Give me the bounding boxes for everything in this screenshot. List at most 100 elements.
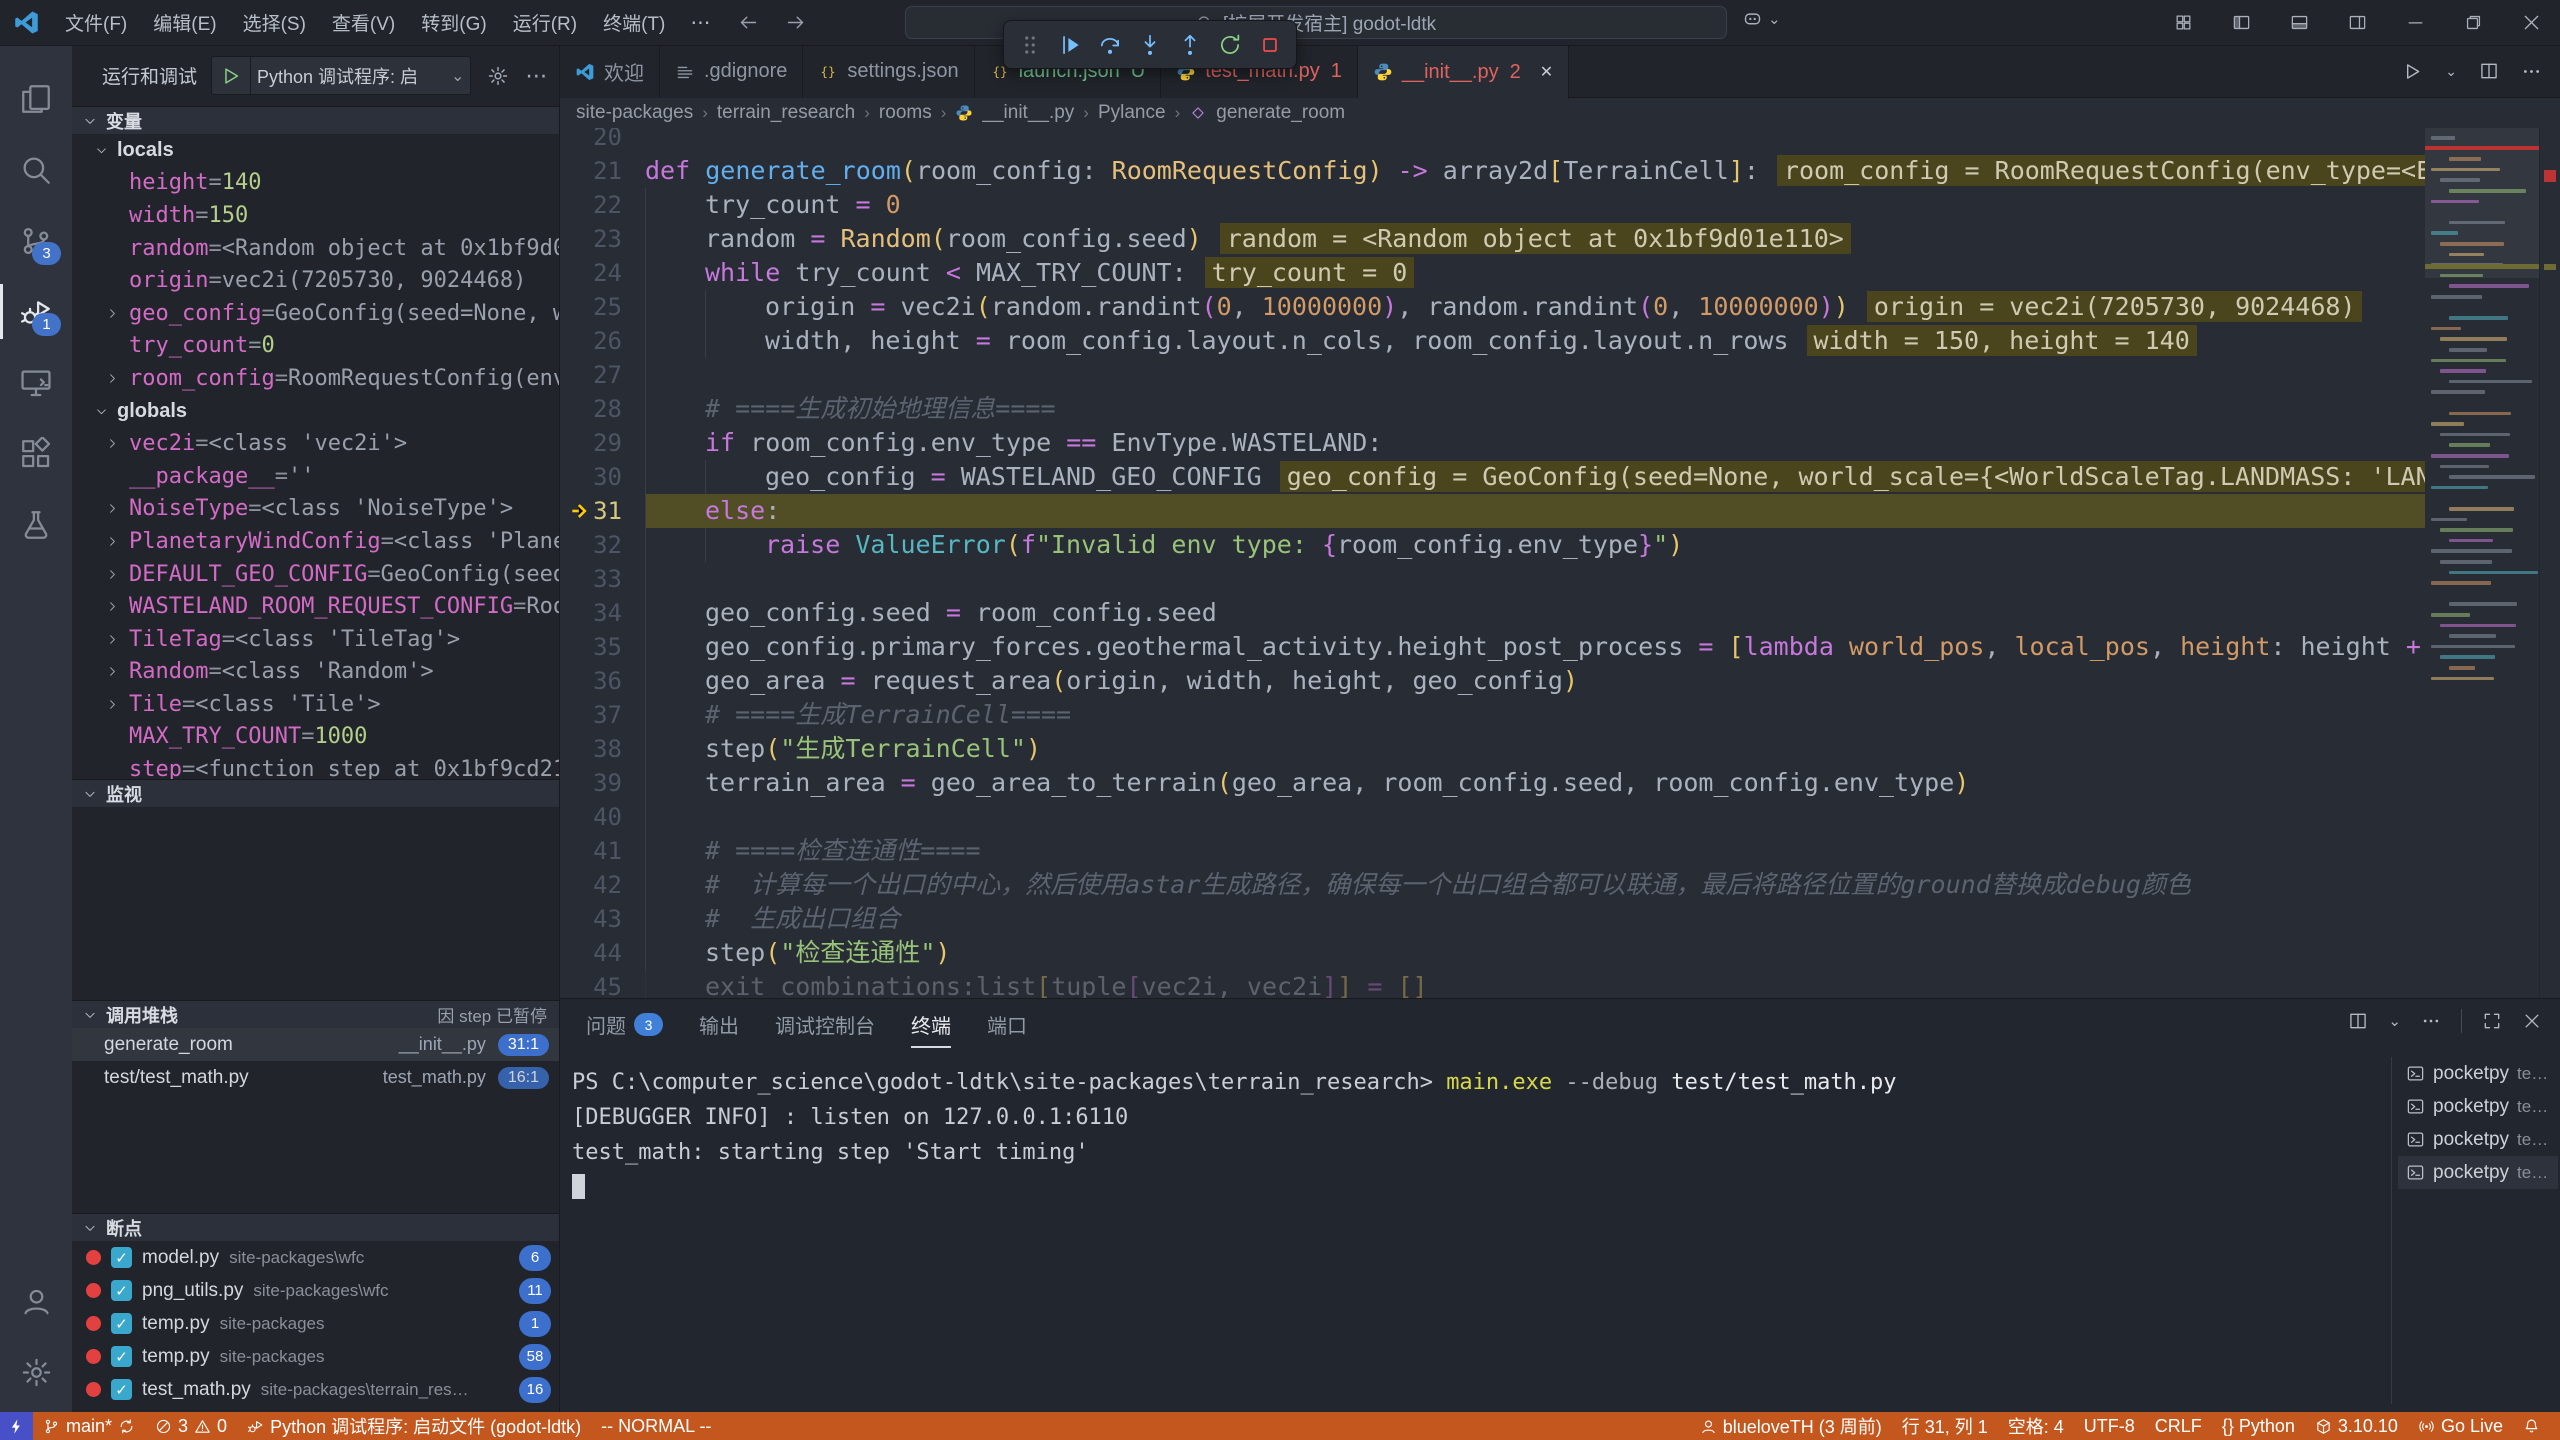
minimize-button[interactable] [2386,0,2444,45]
activity-source-control[interactable]: 3 [0,205,72,276]
activity-beaker[interactable] [0,489,72,560]
variable-row[interactable]: random = <Random object at 0x1bf9d01e… [72,232,559,265]
variable-row[interactable]: geo_config = GeoConfig(seed=None, wor… [72,297,559,330]
callstack-frame[interactable]: generate_room__init__.py31:1 [72,1028,559,1061]
variable-row[interactable]: Tile = <class 'Tile'> [72,688,559,721]
panel-more-actions-icon[interactable] [2421,1011,2441,1031]
panel-tab-3[interactable]: 终端 [911,1010,951,1048]
copilot-menu[interactable]: ⌄ [1742,8,1781,29]
terminal-list-item[interactable]: pocketpyte… [2398,1156,2558,1189]
split-terminal-icon[interactable] [2348,1011,2368,1031]
sidebar-more-icon[interactable]: ⋯ [525,63,547,89]
variables-group-locals[interactable]: locals [72,134,559,167]
variable-row[interactable]: MAX_TRY_COUNT = 1000 [72,721,559,754]
breadcrumb-item[interactable]: generate_room [1216,102,1345,124]
status-notifications[interactable] [2513,1412,2550,1440]
menu-item-0[interactable]: 文件(F) [52,0,140,45]
activity-debug[interactable]: 1 [0,276,72,347]
menu-more-button[interactable]: ⋯ [678,10,724,35]
breakpoint-row[interactable]: ✓model.pysite-packages\wfc6 [72,1241,559,1274]
variable-row[interactable]: width = 150 [72,199,559,232]
menu-item-1[interactable]: 编辑(E) [140,0,229,45]
layout-panel-icon[interactable] [2270,0,2328,45]
tab-[interactable]: 欢迎 [560,45,660,98]
breadcrumb-item[interactable]: Pylance [1098,102,1166,124]
debug-settings-gear-icon[interactable] [487,65,509,87]
panel-tab-1[interactable]: 输出 [699,1010,739,1048]
status-git-branch[interactable]: main* [33,1412,145,1440]
variable-row[interactable]: vec2i = <class 'vec2i'> [72,427,559,460]
panel-tab-2[interactable]: 调试控制台 [775,1010,875,1048]
continue-button[interactable] [1052,26,1088,64]
breakpoint-checkbox[interactable]: ✓ [111,1313,132,1334]
variables-section-header[interactable]: 变量 [72,106,559,134]
grid-icon[interactable] [2154,0,2212,45]
breakpoint-row[interactable]: ✓temp.pysite-packages1 [72,1307,559,1340]
debug-config-select[interactable]: Python 调试程序: 启 ⌄ [211,56,471,95]
close-button[interactable] [2502,0,2560,45]
stop-button[interactable] [1252,26,1288,64]
status-debug-session[interactable]: Python 调试程序: 启动文件 (godot-ldtk) [237,1412,591,1440]
activity-extensions[interactable] [0,418,72,489]
variable-row[interactable]: __package__ = '' [72,460,559,493]
variable-row[interactable]: Random = <class 'Random'> [72,656,559,689]
variable-row[interactable]: step = <function step at 0x1bf9cd216d… [72,753,559,779]
breakpoint-checkbox[interactable]: ✓ [111,1280,132,1301]
breakpoint-checkbox[interactable]: ✓ [111,1247,132,1268]
menu-item-5[interactable]: 运行(R) [500,0,590,45]
editor-more-actions-icon[interactable] [2521,61,2542,82]
panel-tab-0[interactable]: 问题3 [586,1010,663,1048]
breakpoint-checkbox[interactable]: ✓ [111,1346,132,1367]
menu-item-4[interactable]: 转到(G) [408,0,499,45]
variables-group-globals[interactable]: globals [72,395,559,428]
activity-remote-explorer[interactable] [0,347,72,418]
maximize-panel-icon[interactable] [2482,1011,2502,1031]
panel-tab-4[interactable]: 端口 [987,1010,1027,1048]
breadcrumb-item[interactable]: __init__.py [982,102,1074,124]
close-panel-icon[interactable] [2522,1011,2542,1031]
status-indentation[interactable]: 空格: 4 [1998,1412,2074,1440]
minimap[interactable] [2425,128,2540,998]
tab-close-icon[interactable]: ✕ [1540,62,1553,82]
breakpoint-row[interactable]: ✓temp.pysite-packages58 [72,1340,559,1373]
run-dropdown-chevron-icon[interactable]: ⌄ [2445,63,2457,80]
activity-account[interactable] [0,1266,72,1337]
breadcrumb-item[interactable]: rooms [879,102,932,124]
run-python-file-button[interactable] [2402,61,2423,82]
code-editor[interactable]: 2021222324252627282930313233343536373839… [560,128,2425,998]
history-forward-icon[interactable] [785,12,806,33]
status-vim-mode[interactable]: -- NORMAL -- [591,1412,721,1440]
terminal[interactable]: PS C:\computer_science\godot-ldtk\site-p… [572,1065,1897,1205]
step-into-button[interactable] [1132,26,1168,64]
status-git-blame[interactable]: blueloveTH (3 周前) [1690,1412,1892,1440]
menu-item-6[interactable]: 终端(T) [590,0,678,45]
split-editor-icon[interactable] [2479,61,2499,81]
activity-search[interactable] [0,134,72,205]
variable-row[interactable]: NoiseType = <class 'NoiseType'> [72,493,559,526]
activity-files[interactable] [0,63,72,134]
menu-item-3[interactable]: 查看(V) [319,0,408,45]
variable-row[interactable]: WASTELAND_ROOM_REQUEST_CONFIG = RoomR… [72,590,559,623]
menu-item-2[interactable]: 选择(S) [230,0,319,45]
step-out-button[interactable] [1172,26,1208,64]
history-back-icon[interactable] [738,12,759,33]
status-language-mode[interactable]: {} Python [2212,1412,2305,1440]
breakpoints-section-header[interactable]: 断点 [72,1213,559,1241]
overview-ruler[interactable] [2539,128,2560,998]
status-problems[interactable]: 30 [145,1412,237,1440]
breakpoint-row[interactable]: ✓test_math.pysite-packages\terrain_res…1… [72,1373,559,1406]
status-cursor-position[interactable]: 行 31, 列 1 [1892,1412,1998,1440]
breadcrumb-item[interactable]: site-packages [576,102,693,124]
step-over-button[interactable] [1092,26,1128,64]
variable-row[interactable]: origin = vec2i(7205730, 9024468) [72,264,559,297]
restart-button[interactable] [1212,26,1248,64]
status-eol[interactable]: CRLF [2145,1412,2212,1440]
layout-secondary-icon[interactable] [2328,0,2386,45]
terminal-list-item[interactable]: pocketpyte… [2398,1057,2558,1090]
watch-section-header[interactable]: 监视 [72,779,559,807]
variable-row[interactable]: PlanetaryWindConfig = <class 'Planeta… [72,525,559,558]
callstack-frame[interactable]: test/test_math.pytest_math.py16:1 [72,1061,559,1094]
start-debug-icon[interactable] [212,57,251,94]
breakpoint-row[interactable]: ✓png_utils.pysite-packages\wfc11 [72,1274,559,1307]
tab-.gdignore[interactable]: .gdignore [660,45,803,98]
